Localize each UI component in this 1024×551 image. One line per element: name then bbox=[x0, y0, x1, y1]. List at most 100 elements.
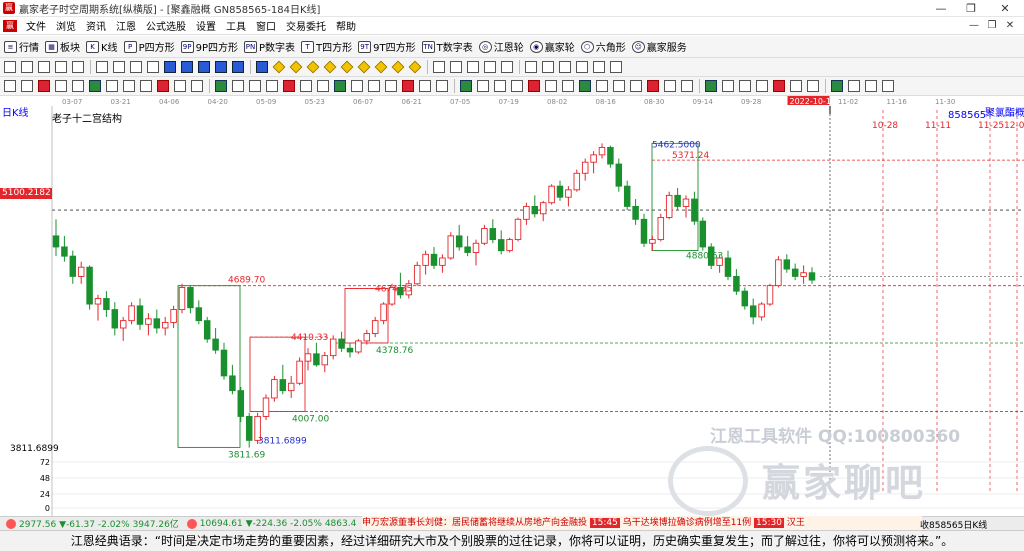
t9-icon[interactable] bbox=[140, 80, 152, 92]
menu-browse[interactable]: 浏览 bbox=[51, 18, 81, 33]
toolbar-button-5[interactable]: PN P数字表 bbox=[244, 39, 295, 54]
toolbar-button-2[interactable]: K K线 bbox=[86, 39, 118, 54]
menu-settings[interactable]: 设置 bbox=[191, 18, 221, 33]
t28-icon[interactable] bbox=[477, 80, 489, 92]
menu-window[interactable]: 窗口 bbox=[251, 18, 281, 33]
t44-icon[interactable] bbox=[756, 80, 768, 92]
news-ticker[interactable]: 申万宏源董事长刘健：居民储蓄将继续从房地产向金融投 15:45 乌干达埃博拉确诊… bbox=[362, 516, 922, 530]
maximize-button[interactable]: ❐ bbox=[956, 0, 986, 17]
t19-icon[interactable] bbox=[317, 80, 329, 92]
minimize-button[interactable]: — bbox=[926, 0, 956, 17]
next-icon[interactable] bbox=[198, 61, 210, 73]
t27-icon[interactable] bbox=[460, 80, 472, 92]
diamond-8-icon[interactable] bbox=[391, 60, 405, 74]
stop-icon[interactable] bbox=[256, 61, 268, 73]
t34-icon[interactable] bbox=[579, 80, 591, 92]
t43-icon[interactable] bbox=[739, 80, 751, 92]
t4-icon[interactable] bbox=[55, 80, 67, 92]
t21-icon[interactable] bbox=[351, 80, 363, 92]
news-headline[interactable]: 汉王 bbox=[787, 518, 805, 528]
toolbar-button-6[interactable]: T T四方形 bbox=[301, 39, 352, 54]
diamond-6-icon[interactable] bbox=[357, 60, 371, 74]
t2-icon[interactable] bbox=[21, 80, 33, 92]
toolbar-button-3[interactable]: P P四方形 bbox=[123, 39, 175, 54]
t46-icon[interactable] bbox=[790, 80, 802, 92]
price-icon[interactable] bbox=[525, 61, 537, 73]
t33-icon[interactable] bbox=[562, 80, 574, 92]
draw-icon[interactable] bbox=[4, 61, 16, 73]
t31-icon[interactable] bbox=[528, 80, 540, 92]
t12-icon[interactable] bbox=[191, 80, 203, 92]
period-label[interactable]: 日K线 bbox=[2, 104, 29, 119]
prev-icon[interactable] bbox=[181, 61, 193, 73]
t10-icon[interactable] bbox=[157, 80, 169, 92]
cycle-icon[interactable] bbox=[21, 61, 33, 73]
t45-icon[interactable] bbox=[773, 80, 785, 92]
sz-index-quote[interactable]: 10694.61 ▼-224.36 -2.05% 4863.4 bbox=[200, 519, 357, 529]
menu-trade[interactable]: 交易委托 bbox=[281, 18, 331, 33]
mdi-close-button[interactable]: ✕ bbox=[1002, 17, 1018, 35]
t36-icon[interactable] bbox=[613, 80, 625, 92]
t22-icon[interactable] bbox=[368, 80, 380, 92]
t37-icon[interactable] bbox=[630, 80, 642, 92]
news-headline[interactable]: 申万宏源董事长刘健：居民储蓄将继续从房地产向金融投 bbox=[362, 518, 587, 528]
print-icon[interactable] bbox=[576, 61, 588, 73]
first-icon[interactable] bbox=[164, 61, 176, 73]
t11-icon[interactable] bbox=[174, 80, 186, 92]
t7-icon[interactable] bbox=[106, 80, 118, 92]
toolbar-button-9[interactable]: ◎ 江恩轮 bbox=[478, 39, 524, 54]
t15-icon[interactable] bbox=[249, 80, 261, 92]
t29-icon[interactable] bbox=[494, 80, 506, 92]
t39-icon[interactable] bbox=[664, 80, 676, 92]
sh-index-quote[interactable]: 2977.56 ▼-61.37 -2.02% 3947.26亿 bbox=[19, 517, 179, 530]
t35-icon[interactable] bbox=[596, 80, 608, 92]
toolbar-button-4[interactable]: 9P 9P四方形 bbox=[180, 39, 238, 54]
index-icon[interactable] bbox=[6, 518, 16, 529]
t51-icon[interactable] bbox=[882, 80, 894, 92]
copy-icon[interactable] bbox=[593, 61, 605, 73]
diamond-4-icon[interactable] bbox=[323, 60, 337, 74]
candle-icon[interactable] bbox=[96, 61, 108, 73]
t1-icon[interactable] bbox=[4, 80, 16, 92]
diamond-9-icon[interactable] bbox=[408, 60, 422, 74]
index-icon[interactable] bbox=[186, 518, 197, 529]
t32-icon[interactable] bbox=[545, 80, 557, 92]
number-icon[interactable] bbox=[130, 61, 142, 73]
t38-icon[interactable] bbox=[647, 80, 659, 92]
toolbar-button-7[interactable]: 9T 9T四方形 bbox=[358, 39, 416, 54]
t24-icon[interactable] bbox=[402, 80, 414, 92]
menu-gann[interactable]: 江恩 bbox=[111, 18, 141, 33]
t42-icon[interactable] bbox=[722, 80, 734, 92]
t49-icon[interactable] bbox=[848, 80, 860, 92]
t8-icon[interactable] bbox=[123, 80, 135, 92]
bar-icon[interactable] bbox=[113, 61, 125, 73]
line-icon[interactable] bbox=[72, 61, 84, 73]
table-icon[interactable] bbox=[433, 61, 445, 73]
diamond-3-icon[interactable] bbox=[306, 60, 320, 74]
t40-icon[interactable] bbox=[681, 80, 693, 92]
book-icon[interactable] bbox=[542, 61, 554, 73]
news-headline[interactable]: 乌干达埃博拉确诊病例增至11例 bbox=[623, 518, 751, 528]
t48-icon[interactable] bbox=[831, 80, 843, 92]
toolbar-button-12[interactable]: ☺ 赢家服务 bbox=[631, 39, 687, 54]
t14-icon[interactable] bbox=[232, 80, 244, 92]
t13-icon[interactable] bbox=[215, 80, 227, 92]
crosshair-icon[interactable] bbox=[467, 61, 479, 73]
mdi-minimize-button[interactable]: — bbox=[966, 17, 982, 35]
t16-icon[interactable] bbox=[266, 80, 278, 92]
last-icon[interactable] bbox=[215, 61, 227, 73]
t5-icon[interactable] bbox=[72, 80, 84, 92]
diamond-5-icon[interactable] bbox=[340, 60, 354, 74]
t20-icon[interactable] bbox=[334, 80, 346, 92]
t23-icon[interactable] bbox=[385, 80, 397, 92]
t17-icon[interactable] bbox=[283, 80, 295, 92]
menu-tools[interactable]: 工具 bbox=[221, 18, 251, 33]
chart-icon[interactable] bbox=[38, 61, 50, 73]
camera-icon[interactable] bbox=[610, 61, 622, 73]
menu-formula[interactable]: 公式选股 bbox=[141, 18, 191, 33]
save-icon[interactable] bbox=[559, 61, 571, 73]
diamond-2-icon[interactable] bbox=[289, 60, 303, 74]
t3-icon[interactable] bbox=[38, 80, 50, 92]
t47-icon[interactable] bbox=[807, 80, 819, 92]
mdi-restore-button[interactable]: ❐ bbox=[984, 17, 1000, 35]
